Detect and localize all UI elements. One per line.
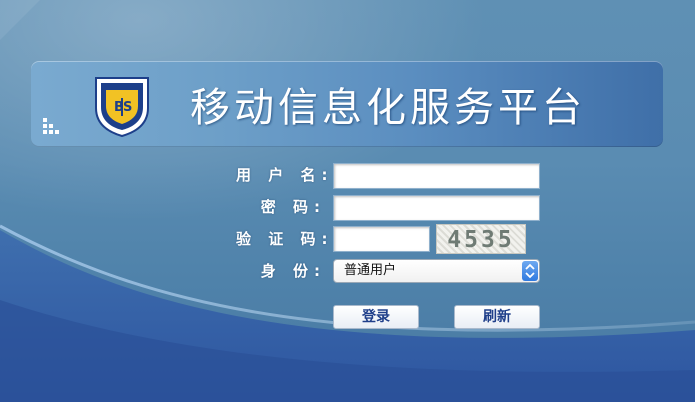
captcha-code: 4535: [447, 227, 515, 253]
login-button-label: 登录: [362, 309, 390, 325]
refresh-button[interactable]: 刷新: [454, 305, 540, 329]
role-select-value: 普通用户: [344, 263, 397, 278]
login-screen: B S 移动信息化服务平台 用 户 名: 密 码: 验 证 码: 4535 身 …: [0, 0, 695, 402]
app-title: 移动信息化服务平台: [190, 85, 586, 131]
username-label: 用 户 名:: [236, 166, 334, 184]
university-shield-logo: B S: [95, 77, 149, 138]
refresh-button-label: 刷新: [483, 309, 511, 325]
captcha-input[interactable]: [333, 226, 430, 252]
dot-grid-icon: [43, 118, 59, 134]
captcha-label: 验 证 码:: [236, 230, 334, 248]
role-label: 身 份:: [260, 262, 326, 280]
password-input[interactable]: [333, 195, 540, 221]
username-input[interactable]: [333, 163, 540, 189]
login-button[interactable]: 登录: [333, 305, 419, 329]
password-label: 密 码:: [260, 198, 326, 216]
svg-text:S: S: [123, 100, 132, 115]
role-select[interactable]: 普通用户: [333, 259, 540, 283]
captcha-image[interactable]: 4535: [436, 224, 526, 254]
chevron-updown-icon: [522, 261, 538, 281]
